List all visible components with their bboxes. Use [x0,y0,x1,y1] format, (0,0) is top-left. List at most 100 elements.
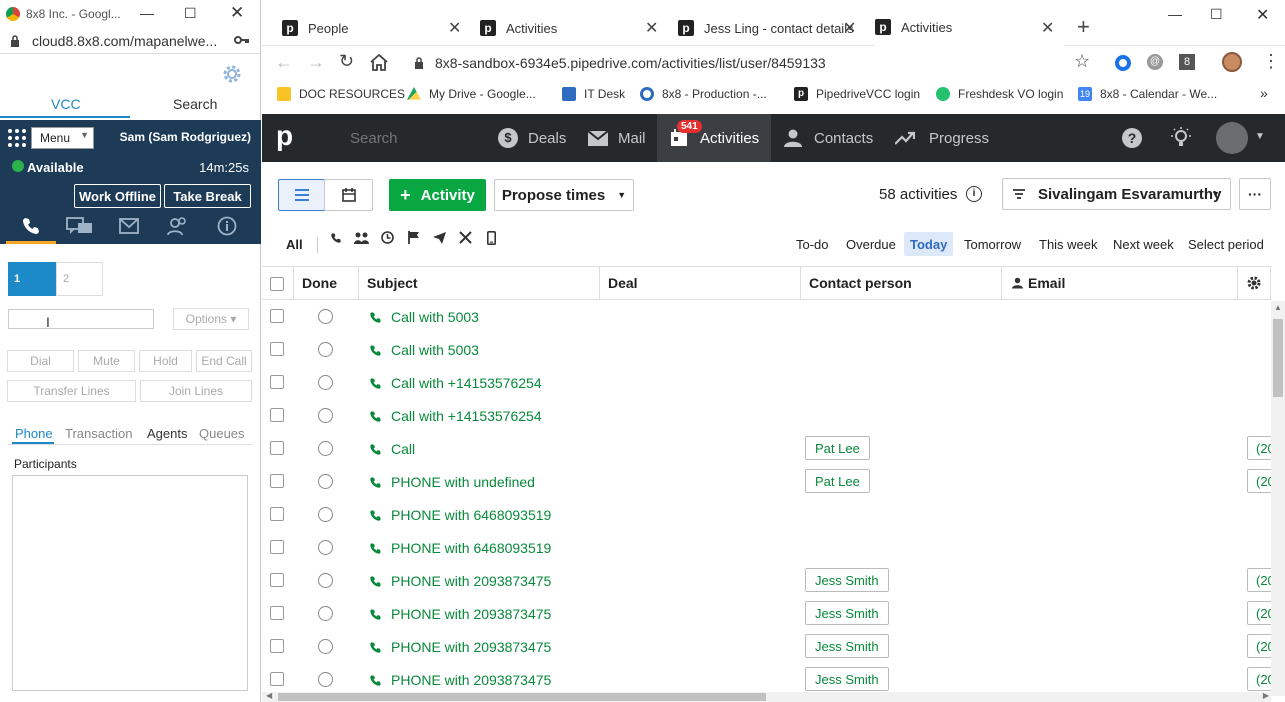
activity-subject-link[interactable]: PHONE with 2093873475 [369,672,551,688]
mark-done-toggle[interactable] [318,672,333,687]
bookmark-it-desk[interactable]: IT Desk [562,87,625,101]
contact-chip[interactable]: Pat Lee [805,436,870,460]
period-next-week[interactable]: Next week [1107,232,1180,256]
lightbulb-icon[interactable] [1171,127,1191,149]
period-overdue[interactable]: Overdue [840,232,902,256]
bookmark-8x8-production[interactable]: 8x8 - Production -... [640,87,767,101]
search-input[interactable] [336,124,476,152]
mark-done-toggle[interactable] [318,375,333,390]
table-row[interactable]: Call with +14153576254 [262,399,1271,432]
scrollbar-thumb[interactable] [1273,319,1283,397]
horizontal-scrollbar[interactable]: ◀ ▶ [262,691,1271,702]
scrollbar-thumb[interactable] [278,693,766,701]
activity-subject-link[interactable]: PHONE with 6468093519 [369,540,551,556]
send-filter-icon[interactable] [433,232,446,244]
table-row[interactable]: Call with +14153576254 [262,366,1271,399]
extension-icon[interactable]: @ [1147,54,1163,70]
browser-tab-activities-active[interactable]: p Activities [875,8,1065,46]
mute-button[interactable]: Mute [78,350,135,372]
pipedrive-logo[interactable]: p [276,120,293,152]
header-deal[interactable]: Deal [600,266,801,300]
help-icon[interactable]: ? [1122,128,1142,148]
line-1-button[interactable]: 1 [8,262,56,296]
row-checkbox[interactable] [270,639,284,653]
vcc-url[interactable]: cloud8.8x8.com/mapanelwe... [32,33,217,49]
mark-done-toggle[interactable] [318,474,333,489]
more-options-button[interactable]: ··· [1239,178,1271,210]
row-checkbox[interactable] [270,573,284,587]
activity-subject-link[interactable]: PHONE with 6468093519 [369,507,551,523]
home-icon[interactable] [370,54,388,71]
row-checkbox[interactable] [270,474,284,488]
list-view-button[interactable] [278,179,325,211]
extension-badge-icon[interactable]: 8 [1179,54,1195,70]
phone-filter-icon[interactable] [330,232,342,244]
subtab-transaction[interactable]: Transaction [65,426,132,441]
profile-avatar[interactable] [1222,52,1242,72]
contact-chip[interactable]: Jess Smith [805,634,889,658]
browser-tab-activities[interactable]: p Activities [480,10,557,46]
maximize-icon[interactable]: ☐ [1210,6,1223,23]
bookmark-pipedrive-vcc[interactable]: p PipedriveVCC login [794,87,920,101]
row-checkbox[interactable] [270,441,284,455]
contact-chip[interactable]: Jess Smith [805,568,889,592]
header-subject[interactable]: Subject [359,266,600,300]
lunch-filter-icon[interactable] [459,231,472,244]
minimize-icon[interactable]: — [140,5,154,21]
activity-subject-link[interactable]: Call with 5003 [369,342,479,358]
mark-done-toggle[interactable] [318,639,333,654]
activity-subject-link[interactable]: PHONE with 2093873475 [369,606,551,622]
contact-chip[interactable]: Jess Smith [805,667,889,691]
contact-chip[interactable]: Pat Lee [805,469,870,493]
close-window-icon[interactable]: ✕ [1256,5,1269,25]
close-tab-icon[interactable]: ✕ [645,18,658,38]
contact-chip[interactable]: Jess Smith [805,601,889,625]
settings-gear-icon[interactable] [220,62,244,86]
minimize-icon[interactable]: — [1168,6,1182,22]
table-row[interactable]: Call with 5003 [262,333,1271,366]
forward-icon[interactable]: → [307,52,325,73]
activity-subject-link[interactable]: Call with +14153576254 [369,375,542,391]
period-this-week[interactable]: This week [1033,232,1104,256]
transfer-lines-button[interactable]: Transfer Lines [7,380,136,402]
table-row[interactable]: PHONE with 2093873475 Jess Smith (20 [262,597,1285,630]
header-select-all[interactable] [262,266,294,300]
apps-grid-icon[interactable] [7,128,27,148]
row-checkbox[interactable] [270,606,284,620]
subtab-agents[interactable]: Agents [147,426,187,441]
bookmark-8x8-calendar[interactable]: 19 8x8 - Calendar - We... [1078,87,1217,101]
vertical-scrollbar[interactable]: ▲ [1271,301,1285,696]
nav-deals[interactable]: $ Deals [498,114,566,162]
browser-menu-icon[interactable]: ⋮ [1262,51,1280,72]
scroll-right-icon[interactable]: ▶ [1263,691,1269,700]
close-tab-icon[interactable]: ✕ [1041,18,1054,38]
bookmark-freshdesk[interactable]: Freshdesk VO login [936,87,1063,101]
maximize-icon[interactable]: ☐ [184,5,197,22]
join-lines-button[interactable]: Join Lines [140,380,252,402]
nav-mail[interactable]: Mail [588,114,646,162]
mark-done-toggle[interactable] [318,507,333,522]
back-icon[interactable]: ← [275,52,293,73]
nav-progress[interactable]: Progress [895,114,989,162]
tab-search[interactable]: Search [173,96,217,112]
mark-done-toggle[interactable] [318,309,333,324]
browser-tab-jess-ling[interactable]: p Jess Ling - contact details [678,10,854,46]
table-row[interactable]: PHONE with 6468093519 [262,531,1271,564]
nav-activities[interactable]: Activities 541 [657,114,771,162]
user-avatar[interactable] [1216,122,1248,154]
table-row[interactable]: PHONE with 2093873475 Jess Smith (20 [262,564,1285,597]
header-contact[interactable]: Contact person [801,266,1002,300]
work-offline-button[interactable]: Work Offline [74,184,161,208]
end-call-button[interactable]: End Call [196,350,252,372]
line-2-button[interactable]: 2 [56,262,103,296]
type-filter-all[interactable]: All [280,232,309,256]
chevron-right-icon[interactable]: » [1260,85,1268,101]
row-checkbox[interactable] [270,540,284,554]
mark-done-toggle[interactable] [318,342,333,357]
browser-tab-people[interactable]: p People [282,10,348,46]
calendar-view-button[interactable] [324,179,373,211]
hold-button[interactable]: Hold [139,350,192,372]
activity-subject-link[interactable]: Call with 5003 [369,309,479,325]
channel-chat[interactable] [55,208,104,244]
period-today[interactable]: Today [904,232,954,256]
